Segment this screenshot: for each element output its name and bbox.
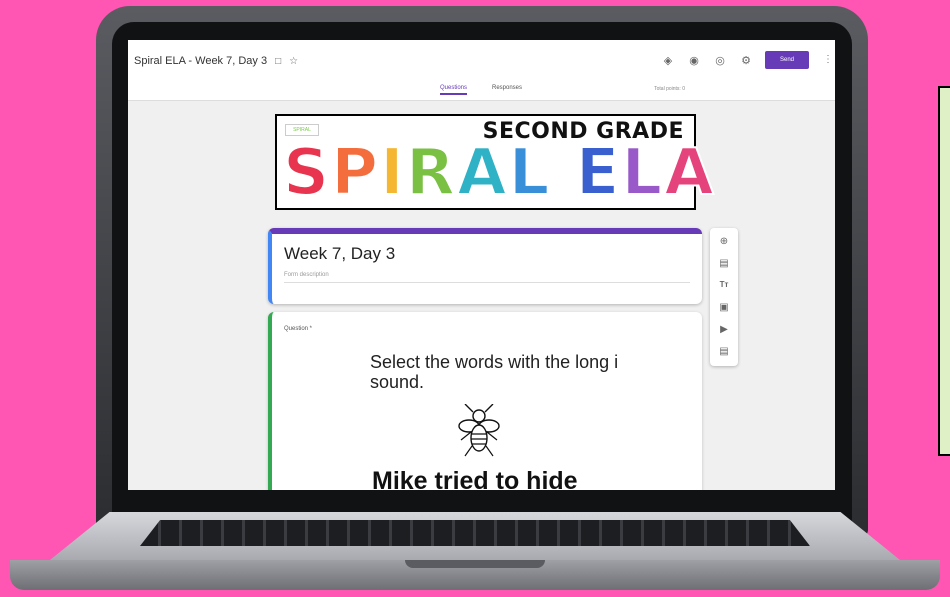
floating-toolbar: ⊕ ▤ Tт ▣ ▶ ▤ xyxy=(710,228,738,366)
question-sentence-image-text: Mike tried to hide xyxy=(372,467,578,490)
question-prompt-image-text: Select the words with the long i sound. xyxy=(370,352,619,392)
star-icon[interactable]: ☆ xyxy=(289,56,298,67)
add-section-icon[interactable]: ▤ xyxy=(710,346,738,357)
add-title-icon[interactable]: Tт xyxy=(710,280,738,289)
folder-icon[interactable]: □ xyxy=(275,56,281,67)
laptop-base xyxy=(10,512,940,590)
banner-letter: I xyxy=(379,136,406,210)
question-card[interactable]: Question * Select the words with the lon… xyxy=(268,312,702,490)
settings-gear-icon[interactable]: ⚙ xyxy=(739,54,753,67)
laptop-notch xyxy=(405,560,545,568)
banner-letter: A xyxy=(456,136,509,210)
tabs-row: Questions Responses Total points: 0 xyxy=(128,82,835,101)
fly-illustration-icon xyxy=(458,404,500,457)
header-banner-image: SPIRAL SECOND GRADE SPIRAL ELA xyxy=(275,114,715,210)
preview-eye-icon[interactable]: ◎ xyxy=(713,54,727,67)
send-button[interactable]: Send xyxy=(765,51,809,69)
import-questions-icon[interactable]: ▤ xyxy=(710,258,738,269)
palette-icon[interactable]: ◉ xyxy=(687,54,701,67)
form-title[interactable]: Week 7, Day 3 xyxy=(284,244,395,264)
doc-title[interactable]: Spiral ELA - Week 7, Day 3 xyxy=(134,55,267,67)
banner-letter: P xyxy=(330,136,380,210)
add-video-icon[interactable]: ▶ xyxy=(710,324,738,335)
total-points: Total points: 0 xyxy=(654,86,685,92)
banner-letter: L xyxy=(508,136,552,210)
addon-icon[interactable]: ◈ xyxy=(661,54,675,67)
more-menu-icon[interactable]: ⋮ xyxy=(823,54,833,65)
banner-letter: R xyxy=(405,136,458,210)
banner-letter: E xyxy=(575,136,622,210)
tab-responses[interactable]: Responses xyxy=(492,85,522,91)
topbar-actions: ◈ ◉ ◎ ⚙ Send xyxy=(661,51,809,69)
banner-letter: A xyxy=(663,136,716,210)
description-underline xyxy=(284,282,690,283)
question-label: Question * xyxy=(284,326,313,332)
banner-letter xyxy=(551,136,575,210)
banner-letter: L xyxy=(620,136,665,210)
keyboard xyxy=(140,520,810,546)
form-description-input[interactable]: Form description xyxy=(284,272,329,278)
form-title-card[interactable]: Week 7, Day 3 Form description xyxy=(268,228,702,304)
banner-letter: S xyxy=(282,136,332,210)
laptop-screen: Spiral ELA - Week 7, Day 3 □ ☆ ◈ ◉ ◎ ⚙ S… xyxy=(128,40,835,490)
tab-questions[interactable]: Questions xyxy=(440,85,468,95)
side-info-panel xyxy=(938,86,950,456)
add-image-icon[interactable]: ▣ xyxy=(710,302,738,313)
add-question-icon[interactable]: ⊕ xyxy=(710,236,738,247)
brand-logo: SPIRAL xyxy=(285,124,319,136)
banner-title: SPIRAL ELA xyxy=(282,136,716,210)
form-topbar: Spiral ELA - Week 7, Day 3 □ ☆ ◈ ◉ ◎ ⚙ S… xyxy=(128,40,835,82)
